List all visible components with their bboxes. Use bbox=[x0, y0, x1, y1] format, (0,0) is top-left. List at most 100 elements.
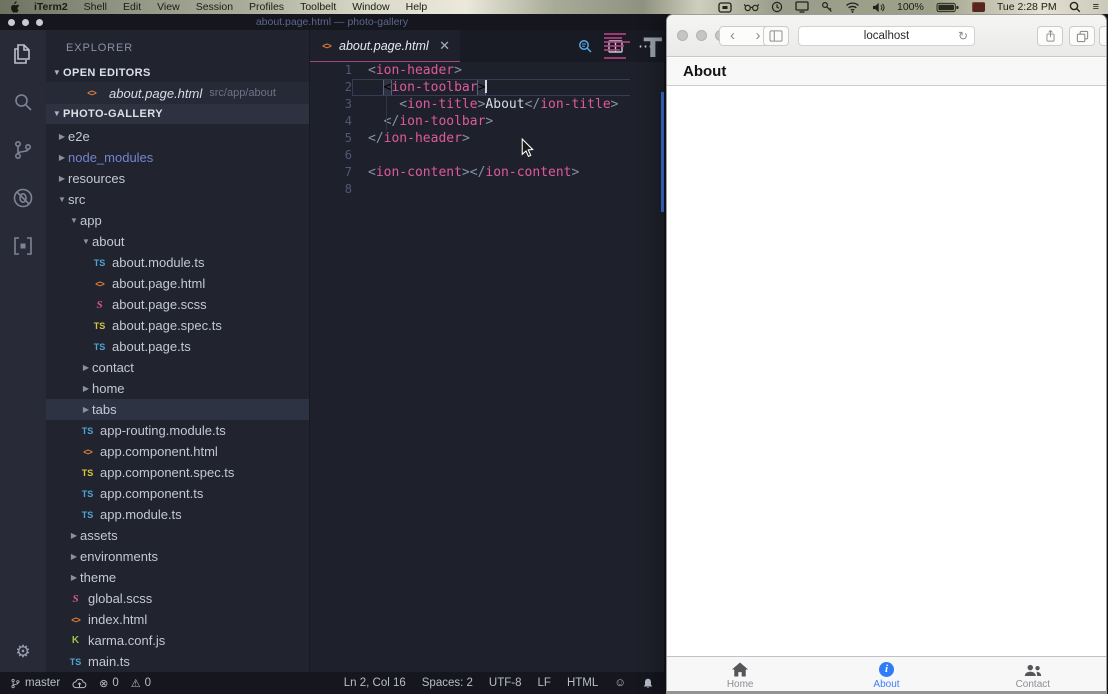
tree-item-app-component-html[interactable]: <>app.component.html bbox=[46, 441, 309, 462]
tree-item-about-page-ts[interactable]: TSabout.page.ts bbox=[46, 336, 309, 357]
line-number[interactable]: 8 bbox=[310, 181, 352, 198]
tree-item-app-routing-module-ts[interactable]: TSapp-routing.module.ts bbox=[46, 420, 309, 441]
search-icon[interactable] bbox=[11, 90, 35, 114]
back-button[interactable]: ‹ bbox=[719, 26, 746, 46]
cursor-position[interactable]: Ln 2, Col 16 bbox=[344, 677, 406, 689]
errors-indicator[interactable]: ⊗ 0 bbox=[99, 677, 119, 690]
tree-item-home[interactable]: ▶home bbox=[46, 378, 309, 399]
feedback-smiley-icon[interactable]: ☺ bbox=[614, 677, 626, 689]
tree-item-about-page-scss[interactable]: Sabout.page.scss bbox=[46, 294, 309, 315]
tree-item-src[interactable]: ▼src bbox=[46, 189, 309, 210]
line-number[interactable]: 2 bbox=[310, 79, 352, 96]
close-tab-icon[interactable]: ✕ bbox=[439, 39, 450, 52]
tree-item-app-component-ts[interactable]: TSapp.component.ts bbox=[46, 483, 309, 504]
tree-item-resources[interactable]: ▶resources bbox=[46, 168, 309, 189]
menu-window[interactable]: Window bbox=[344, 0, 397, 14]
indentation-setting[interactable]: Spaces: 2 bbox=[422, 677, 473, 689]
menu-edit[interactable]: Edit bbox=[115, 0, 149, 14]
notifications-bell-icon[interactable] bbox=[642, 677, 654, 690]
source-control-icon[interactable] bbox=[11, 138, 35, 162]
git-branch-indicator[interactable]: master bbox=[10, 677, 60, 690]
notification-center-icon[interactable]: ≡ bbox=[1093, 1, 1099, 13]
language-mode[interactable]: HTML bbox=[567, 677, 598, 689]
tree-item-contact[interactable]: ▶contact bbox=[46, 357, 309, 378]
spotlight-icon[interactable] bbox=[1069, 1, 1081, 13]
menu-profiles[interactable]: Profiles bbox=[241, 0, 292, 14]
app-status-icon[interactable] bbox=[972, 2, 985, 12]
warnings-indicator[interactable]: ⚠ 0 bbox=[131, 677, 151, 690]
battery-icon[interactable] bbox=[936, 2, 960, 13]
tree-item-e2e[interactable]: ▶e2e bbox=[46, 126, 309, 147]
share-button[interactable] bbox=[1037, 26, 1063, 46]
code-line-7[interactable]: 7<ion-content></ion-content> bbox=[310, 164, 664, 181]
glasses-icon[interactable] bbox=[744, 2, 759, 12]
code-line-8[interactable]: 8 bbox=[310, 181, 664, 198]
menu-toolbelt[interactable]: Toolbelt bbox=[292, 0, 344, 14]
debug-icon[interactable] bbox=[11, 186, 35, 210]
extensions-icon[interactable] bbox=[11, 234, 35, 258]
code-editor[interactable]: 1<ion-header>2 <ion-toolbar>3 <ion-title… bbox=[310, 62, 664, 672]
minimize-window-button[interactable] bbox=[696, 30, 707, 41]
wifi-icon[interactable] bbox=[845, 2, 860, 13]
code-line-5[interactable]: 5</ion-header> bbox=[310, 130, 664, 147]
tree-item-assets[interactable]: ▶assets bbox=[46, 525, 309, 546]
tab-about-page-html[interactable]: <> about.page.html ✕ bbox=[310, 30, 460, 62]
line-number[interactable]: 4 bbox=[310, 113, 352, 130]
open-preview-icon[interactable] bbox=[577, 38, 593, 54]
tab-about[interactable]: iAbout bbox=[813, 657, 959, 691]
code-line-6[interactable]: 6 bbox=[310, 147, 664, 164]
line-number[interactable]: 6 bbox=[310, 147, 352, 164]
tree-item-global-scss[interactable]: Sglobal.scss bbox=[46, 588, 309, 609]
tree-item-app-component-spec-ts[interactable]: TSapp.component.spec.ts bbox=[46, 462, 309, 483]
menu-shell[interactable]: Shell bbox=[76, 0, 115, 14]
tree-item-about-page-html[interactable]: <>about.page.html bbox=[46, 273, 309, 294]
line-number[interactable]: 7 bbox=[310, 164, 352, 181]
tree-item-index-html[interactable]: <>index.html bbox=[46, 609, 309, 630]
sidebar-toggle-button[interactable] bbox=[763, 26, 789, 46]
time-machine-icon[interactable] bbox=[771, 1, 783, 13]
tree-item-app[interactable]: ▼app bbox=[46, 210, 309, 231]
tree-item-tabs[interactable]: ▶tabs bbox=[46, 399, 309, 420]
volume-icon[interactable] bbox=[872, 2, 885, 13]
sync-publish-icon[interactable] bbox=[72, 678, 87, 689]
menu-help[interactable]: Help bbox=[398, 0, 436, 14]
menu-session[interactable]: Session bbox=[188, 0, 241, 14]
reload-icon[interactable]: ↻ bbox=[958, 29, 968, 43]
line-number[interactable]: 3 bbox=[310, 96, 352, 113]
open-editor-item[interactable]: <> about.page.html src/app/about bbox=[46, 82, 309, 104]
show-tabs-button[interactable] bbox=[1069, 26, 1095, 46]
address-bar[interactable]: localhost ↻ bbox=[798, 26, 975, 46]
display-icon[interactable] bbox=[795, 1, 809, 13]
new-tab-button[interactable]: + bbox=[1099, 26, 1107, 46]
code-line-1[interactable]: 1<ion-header> bbox=[310, 62, 664, 79]
line-number[interactable]: 5 bbox=[310, 130, 352, 147]
tree-item-karma-conf-js[interactable]: Kkarma.conf.js bbox=[46, 630, 309, 651]
open-editors-header[interactable]: ▼ OPEN EDITORS bbox=[46, 64, 309, 82]
tab-home[interactable]: Home bbox=[667, 657, 813, 691]
settings-gear-icon[interactable]: ⚙ bbox=[0, 642, 46, 662]
tree-item-theme[interactable]: ▶theme bbox=[46, 567, 309, 588]
tree-item-main-ts[interactable]: TSmain.ts bbox=[46, 651, 309, 672]
code-line-3[interactable]: 3 <ion-title>About</ion-title> bbox=[310, 96, 664, 113]
tree-item-node-modules[interactable]: ▶node_modules bbox=[46, 147, 309, 168]
menu-iterm2[interactable]: iTerm2 bbox=[26, 0, 76, 14]
tree-item-environments[interactable]: ▶environments bbox=[46, 546, 309, 567]
tree-item-about[interactable]: ▼about bbox=[46, 231, 309, 252]
project-section-header[interactable]: ▼ PHOTO-GALLERY bbox=[46, 104, 309, 124]
explorer-icon[interactable] bbox=[11, 42, 35, 66]
apple-menu-icon[interactable] bbox=[0, 1, 26, 13]
eol-setting[interactable]: LF bbox=[538, 677, 551, 689]
keychain-icon[interactable] bbox=[821, 1, 833, 13]
screen-recording-icon[interactable] bbox=[718, 2, 732, 13]
tree-item-app-module-ts[interactable]: TSapp.module.ts bbox=[46, 504, 309, 525]
menu-view[interactable]: View bbox=[149, 0, 188, 14]
tab-contact[interactable]: Contact bbox=[960, 657, 1106, 691]
code-line-4[interactable]: 4 </ion-toolbar> bbox=[310, 113, 664, 130]
close-window-button[interactable] bbox=[677, 30, 688, 41]
tree-item-about-page-spec-ts[interactable]: TSabout.page.spec.ts bbox=[46, 315, 309, 336]
tree-item-about-module-ts[interactable]: TSabout.module.ts bbox=[46, 252, 309, 273]
minimap[interactable] bbox=[604, 33, 630, 61]
encoding-setting[interactable]: UTF-8 bbox=[489, 677, 522, 689]
menubar-clock[interactable]: Tue 2:28 PM bbox=[997, 1, 1057, 13]
code-line-2[interactable]: 2 <ion-toolbar> bbox=[310, 79, 664, 96]
